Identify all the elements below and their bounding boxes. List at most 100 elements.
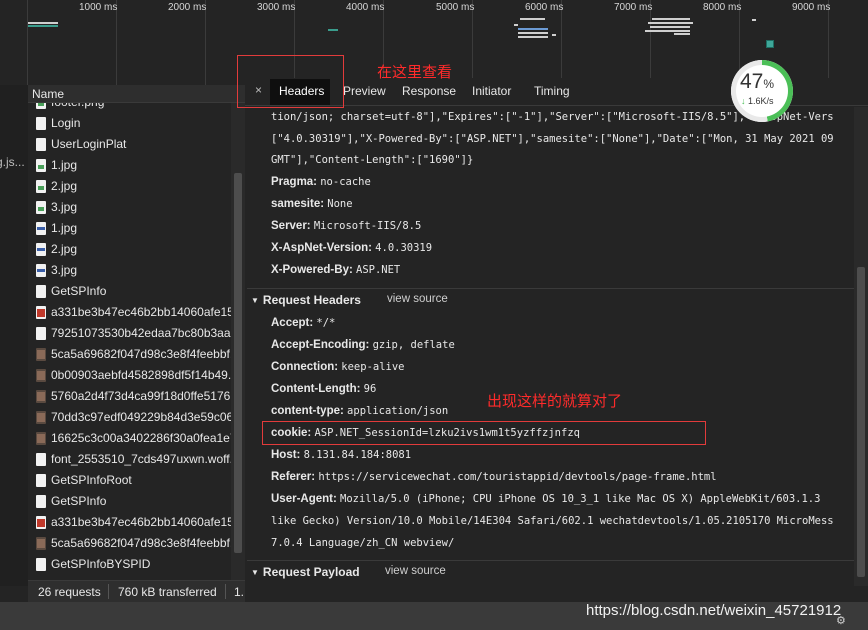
request-row[interactable]: 2.jpg bbox=[28, 239, 231, 260]
header-key: Connection: bbox=[271, 361, 339, 373]
document-file-icon bbox=[36, 558, 46, 571]
request-row[interactable]: font_2553510_7cds497uxwn.woff... bbox=[28, 449, 231, 470]
request-list[interactable]: footer.png Login UserLoginPlat 1.jpg 2.jpg 3.… bbox=[28, 103, 231, 586]
header-key: Referer: bbox=[271, 471, 316, 483]
request-row[interactable]: 5ca5a69682f047d98c3e8f4feebbf... bbox=[28, 344, 231, 365]
request-row[interactable]: 5760a2d4f73d4ca99f18d0ffe5176... bbox=[28, 386, 231, 407]
request-row[interactable]: Login bbox=[28, 113, 231, 134]
header-key: Pragma: bbox=[271, 176, 318, 188]
timeline-request-bar bbox=[652, 18, 690, 20]
collapse-triangle-icon[interactable]: ▼ bbox=[251, 568, 259, 577]
request-row[interactable]: GetSPInfoRoot bbox=[28, 470, 231, 491]
request-row[interactable]: 1.jpg bbox=[28, 155, 231, 176]
timeline-gridline bbox=[27, 0, 28, 85]
status-divider bbox=[225, 584, 226, 599]
photo-icon bbox=[36, 537, 46, 550]
header-key: X-AspNet-Version: bbox=[271, 242, 372, 254]
tab-timing[interactable]: Timing bbox=[534, 84, 570, 98]
tab-initiator[interactable]: Initiator bbox=[472, 84, 511, 98]
request-row[interactable]: a331be3b47ec46b2bb14060afe15... bbox=[28, 302, 231, 323]
request-row[interactable]: 79251073530b42edaa7bc80b3aa... bbox=[28, 323, 231, 344]
request-row[interactable]: 5ca5a69682f047d98c3e8f4feebbf... bbox=[28, 533, 231, 554]
request-row[interactable]: 1.jpg bbox=[28, 218, 231, 239]
left-gutter: g.js... bbox=[0, 85, 28, 586]
header-value: no-cache bbox=[320, 176, 371, 188]
request-row[interactable]: UserLoginPlat bbox=[28, 134, 231, 155]
photo-icon bbox=[36, 369, 46, 382]
request-row[interactable]: 3.jpg bbox=[28, 260, 231, 281]
content-scrollbar[interactable] bbox=[854, 107, 868, 586]
header-line: User-Agent: Mozilla/5.0 (iPhone; CPU iPh… bbox=[271, 493, 820, 505]
request-name: GetSPInfoBYSPID bbox=[51, 557, 151, 571]
scrollbar-thumb[interactable] bbox=[857, 267, 865, 577]
request-row[interactable]: 3.jpg bbox=[28, 197, 231, 218]
header-value: None bbox=[327, 198, 353, 210]
request-payload-section[interactable]: ▼ Request Payload bbox=[251, 565, 360, 579]
tab-response[interactable]: Response bbox=[402, 84, 456, 98]
header-value: 4.0.30319 bbox=[375, 242, 433, 254]
header-value: 8.131.84.184:8081 bbox=[303, 449, 412, 461]
request-name: 3.jpg bbox=[51, 200, 78, 214]
section-divider bbox=[247, 560, 854, 561]
tab-preview[interactable]: Preview bbox=[343, 84, 386, 98]
network-speed-widget[interactable]: 47% ↓ 1.6K/s bbox=[731, 60, 793, 122]
collapse-triangle-icon[interactable]: ▼ bbox=[251, 296, 259, 305]
request-name: 2.jpg bbox=[51, 242, 78, 256]
request-list-scrollbar[interactable] bbox=[231, 103, 245, 586]
request-name: 1.jpg bbox=[51, 221, 78, 235]
request-row[interactable]: 0b00903aebfd4582898df5f14b49... bbox=[28, 365, 231, 386]
document-file-icon bbox=[36, 474, 46, 487]
timeline-tick-label: 5000 ms bbox=[436, 2, 475, 13]
payload-view-source-link[interactable]: view source bbox=[385, 565, 446, 577]
request-row[interactable]: 70dd3c97edf049229b84d3e59c06... bbox=[28, 407, 231, 428]
request-row[interactable]: 16625c3c00a3402286f30a0fea1e7... bbox=[28, 428, 231, 449]
document-file-icon bbox=[36, 285, 46, 298]
header-key: User-Agent: bbox=[271, 493, 337, 505]
request-row[interactable]: 2.jpg bbox=[28, 176, 231, 197]
header-key: samesite: bbox=[271, 198, 325, 210]
timeline-tick-label: 3000 ms bbox=[257, 2, 296, 13]
request-name: a331be3b47ec46b2bb14060afe15... bbox=[51, 305, 231, 319]
request-headers-section[interactable]: ▼ Request Headers bbox=[251, 293, 361, 307]
document-file-icon bbox=[36, 117, 46, 130]
request-row[interactable]: a331be3b47ec46b2bb14060afe15... bbox=[28, 512, 231, 533]
document-file-icon bbox=[36, 327, 46, 340]
request-row[interactable]: GetSPInfoBYSPID bbox=[28, 554, 231, 575]
name-column-header[interactable]: Name bbox=[28, 85, 245, 103]
image-file-icon bbox=[36, 103, 46, 109]
jpg-file-icon bbox=[36, 264, 46, 277]
request-row[interactable]: footer.png bbox=[28, 103, 231, 113]
jpg-file-icon bbox=[36, 243, 46, 256]
timeline-tick-label: 8000 ms bbox=[703, 2, 742, 13]
timeline-tick-label: 6000 ms bbox=[525, 2, 564, 13]
timeline-request-bar bbox=[518, 28, 548, 30]
annotation-correct: 出现这样的就算对了 bbox=[487, 392, 623, 410]
request-name: UserLoginPlat bbox=[51, 137, 127, 151]
timeline-request-bar bbox=[650, 26, 690, 28]
request-headers-title: Request Headers bbox=[262, 293, 361, 307]
header-key: content-type: bbox=[271, 405, 344, 417]
speed-readout: ↓ 1.6K/s bbox=[741, 96, 774, 106]
percent-readout: 47% bbox=[740, 70, 774, 94]
request-row[interactable]: GetSPInfo bbox=[28, 491, 231, 512]
request-name: 5ca5a69682f047d98c3e8f4feebbf... bbox=[51, 347, 231, 361]
header-key: Content-Length: bbox=[271, 383, 361, 395]
request-count: 26 requests bbox=[38, 585, 101, 599]
header-key: Accept-Encoding: bbox=[271, 339, 370, 351]
request-row[interactable]: GetSPInfo bbox=[28, 281, 231, 302]
scrollbar-thumb[interactable] bbox=[234, 173, 242, 553]
image-file-icon bbox=[36, 159, 46, 172]
header-line: Accept-Encoding: gzip, deflate bbox=[271, 339, 455, 351]
timeline-request-bar bbox=[520, 18, 545, 20]
timeline-request-bar bbox=[328, 29, 338, 31]
header-value: Mozilla/5.0 (iPhone; CPU iPhone OS 10_3_… bbox=[340, 493, 821, 505]
photo-icon bbox=[36, 390, 46, 403]
network-status-bar: 26 requests 760 kB transferred 1. bbox=[28, 580, 245, 602]
header-line: Content-Length: 96 bbox=[271, 383, 376, 395]
name-column-label: Name bbox=[32, 87, 65, 101]
red-image-icon bbox=[36, 306, 46, 319]
timeline-tick-label: 2000 ms bbox=[168, 2, 207, 13]
request-name: footer.png bbox=[51, 103, 231, 109]
header-key: X-Powered-By: bbox=[271, 264, 353, 276]
view-source-link[interactable]: view source bbox=[387, 293, 448, 305]
